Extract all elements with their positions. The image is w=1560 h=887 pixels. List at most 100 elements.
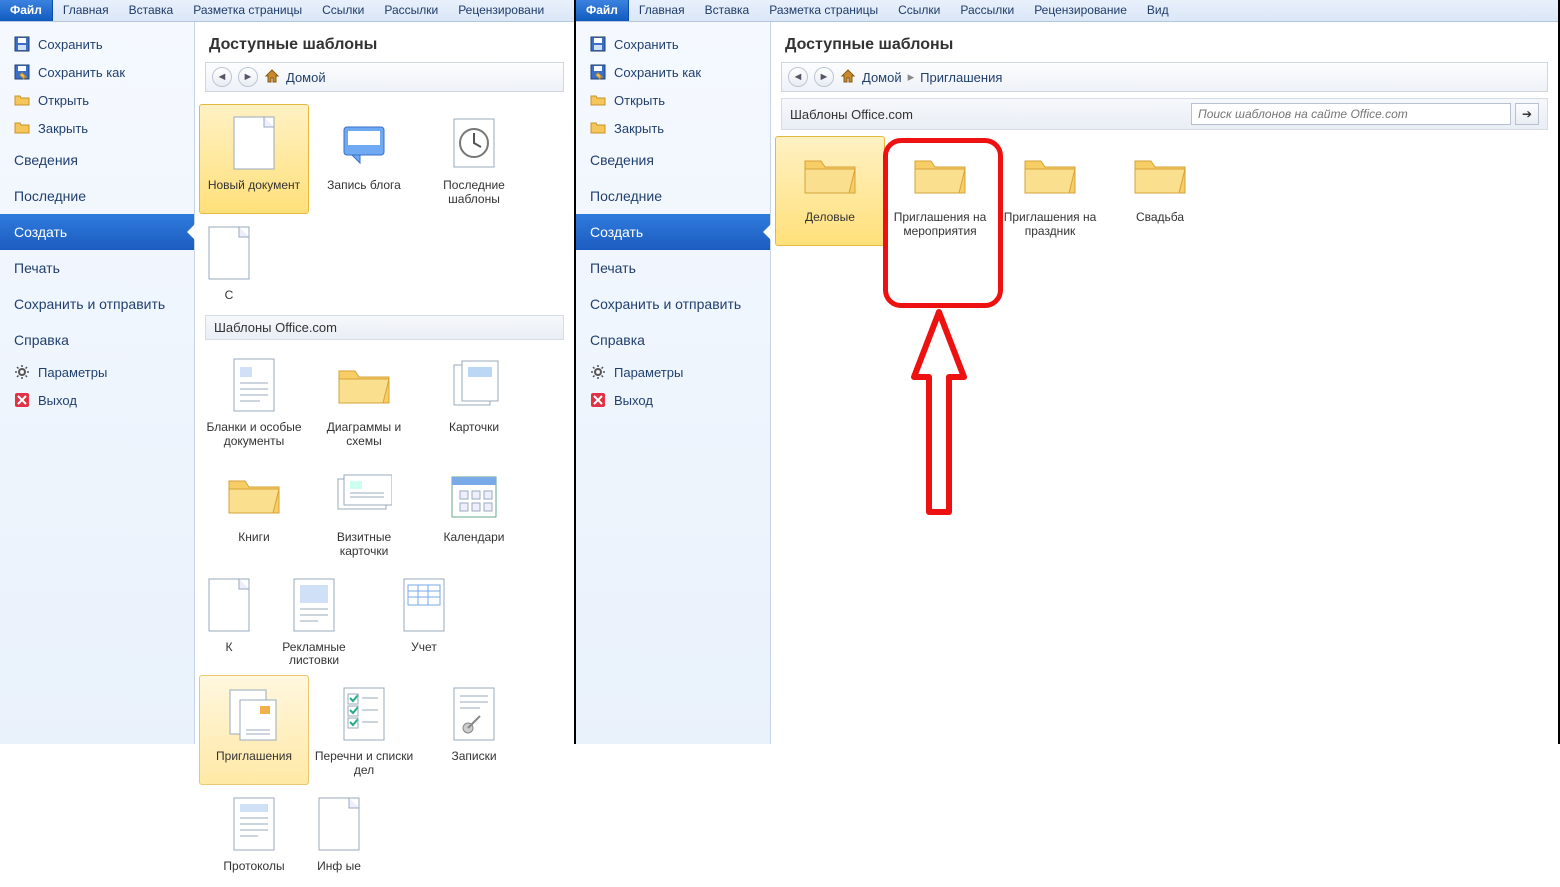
sidebar-item-label: Сохранить [38,37,103,52]
folder-icon [798,143,862,207]
ribbon-tab[interactable]: Рассылки [374,0,448,21]
ribbon-tab[interactable]: Вставка [695,0,760,21]
sidebar-item-close[interactable]: Закрыть [0,114,194,142]
sidebar-item-label: Сохранить как [38,65,125,80]
sidebar-item-info[interactable]: Сведения [0,142,194,178]
tile-label: Бланки и особые документы [202,421,306,449]
breadcrumb-invitations[interactable]: Приглашения [920,70,1002,85]
sidebar-item-info[interactable]: Сведения [576,142,770,178]
tile-label: Приглашения на мероприятия [888,211,992,239]
file-tab[interactable]: Файл [0,0,53,21]
sidebar-item-help[interactable]: Справка [0,322,194,358]
ribbon: ФайлГлавнаяВставкаРазметка страницыСсылк… [0,0,574,22]
sidebar-item-open[interactable]: Открыть [576,86,770,114]
office-templates-label: Шаблоны Office.com [214,320,337,335]
sidebar-item-save[interactable]: Сохранить [0,30,194,58]
template-tile-invitations[interactable]: Приглашения [199,675,309,785]
open-icon [590,92,606,108]
ribbon-tab[interactable]: Главная [53,0,119,21]
content-title: Доступные шаблоны [771,22,1558,62]
sidebar-item-share[interactable]: Сохранить и отправить [0,286,194,322]
bizcard-icon [332,463,396,527]
sidebar-item-label: Создать [590,224,643,240]
sidebar-item-label: Выход [38,393,77,408]
sidebar-item-print[interactable]: Печать [576,250,770,286]
sidebar-item-close[interactable]: Закрыть [576,114,770,142]
flyer-icon [282,573,346,637]
ribbon-tab[interactable]: Рецензировани [448,0,554,21]
template-tile-partial3[interactable]: Инф ые [309,785,369,881]
breadcrumb-bar: ◄ ► Домой [205,62,564,92]
breadcrumb-home[interactable]: Домой [286,70,326,85]
sidebar-item-save[interactable]: Сохранить [576,30,770,58]
options-icon [590,364,606,380]
nav-forward-button[interactable]: ► [814,67,834,87]
template-tile-protocols[interactable]: Протоколы [199,785,309,881]
home-icon[interactable] [264,68,280,87]
ribbon-tab[interactable]: Рассылки [950,0,1024,21]
sidebar-item-new[interactable]: Создать [576,214,770,250]
template-tile-cards[interactable]: Карточки [419,346,529,456]
doc-icon [199,221,259,285]
sidebar-item-share[interactable]: Сохранить и отправить [576,286,770,322]
nav-forward-button[interactable]: ► [238,67,258,87]
template-tile-blanks[interactable]: Бланки и особые документы [199,346,309,456]
sidebar-item-exit[interactable]: Выход [0,386,194,414]
nav-back-button[interactable]: ◄ [788,67,808,87]
content-title: Доступные шаблоны [195,22,574,62]
sidebar-item-print[interactable]: Печать [0,250,194,286]
home-icon[interactable] [840,68,856,87]
template-tile-accounting[interactable]: Учет [369,566,479,676]
template-tile-diagrams[interactable]: Диаграммы и схемы [309,346,419,456]
tile-label: С [225,289,234,303]
sidebar-item-options[interactable]: Параметры [0,358,194,386]
ribbon-tab[interactable]: Вид [1137,0,1179,21]
template-tile-partial1[interactable]: С [199,214,259,310]
tile-label: Записки [451,750,496,764]
tile-label: Свадьба [1136,211,1184,225]
breadcrumb-home[interactable]: Домой [862,70,902,85]
save-icon [590,36,606,52]
template-tile-blog[interactable]: Запись блога [309,104,419,214]
ribbon-tab[interactable]: Разметка страницы [759,0,888,21]
open-icon [14,92,30,108]
template-tile-bizcards[interactable]: Визитные карточки [309,456,419,566]
template-search-button[interactable]: ➔ [1515,103,1539,125]
ribbon-tab[interactable]: Главная [629,0,695,21]
sidebar-item-open[interactable]: Открыть [0,86,194,114]
template-search-input[interactable] [1191,103,1511,125]
template-tile-recenttpl[interactable]: Последние шаблоны [419,104,529,214]
template-tile-calendars[interactable]: Календари [419,456,529,566]
template-tile-books[interactable]: Книги [199,456,309,566]
office-templates-header: Шаблоны Office.com ➔ [781,98,1548,130]
ribbon-tab[interactable]: Рецензирование [1024,0,1137,21]
file-tab[interactable]: Файл [576,0,629,21]
blog-icon [332,111,396,175]
sidebar-item-new[interactable]: Создать [0,214,194,250]
template-tile-notes[interactable]: Записки [419,675,529,785]
sidebar-item-label: Закрыть [614,121,664,136]
ribbon-tab[interactable]: Разметка страницы [183,0,312,21]
nav-back-button[interactable]: ◄ [212,67,232,87]
template-tile-biz[interactable]: Деловые [775,136,885,246]
sidebar-item-saveas[interactable]: Сохранить как [0,58,194,86]
ribbon-tab[interactable]: Вставка [119,0,184,21]
ribbon-tab[interactable]: Ссылки [312,0,374,21]
backstage-content: Доступные шаблоны ◄ ► Домой ▸ Приглашени… [771,22,1558,744]
sidebar-item-options[interactable]: Параметры [576,358,770,386]
ribbon-tab[interactable]: Ссылки [888,0,950,21]
template-tile-lists[interactable]: Перечни и списки дел [309,675,419,785]
backstage-sidebar: СохранитьСохранить какОткрыть Закрыть Свед… [576,22,771,744]
sidebar-item-saveas[interactable]: Сохранить как [576,58,770,86]
template-tile-holiday[interactable]: Приглашения на праздник [995,136,1105,246]
sidebar-item-recent[interactable]: Последние [576,178,770,214]
sidebar-item-exit[interactable]: Выход [576,386,770,414]
template-tile-events[interactable]: Приглашения на мероприятия [885,136,995,246]
template-tile-wedding[interactable]: Свадьба [1105,136,1215,246]
template-tile-newdoc[interactable]: Новый документ [199,104,309,214]
template-tile-partial2[interactable]: К [199,566,259,676]
left-screenshot: ФайлГлавнаяВставкаРазметка страницыСсылк… [0,0,576,744]
template-tile-flyers[interactable]: Рекламные листовки [259,566,369,676]
sidebar-item-help[interactable]: Справка [576,322,770,358]
sidebar-item-recent[interactable]: Последние [0,178,194,214]
